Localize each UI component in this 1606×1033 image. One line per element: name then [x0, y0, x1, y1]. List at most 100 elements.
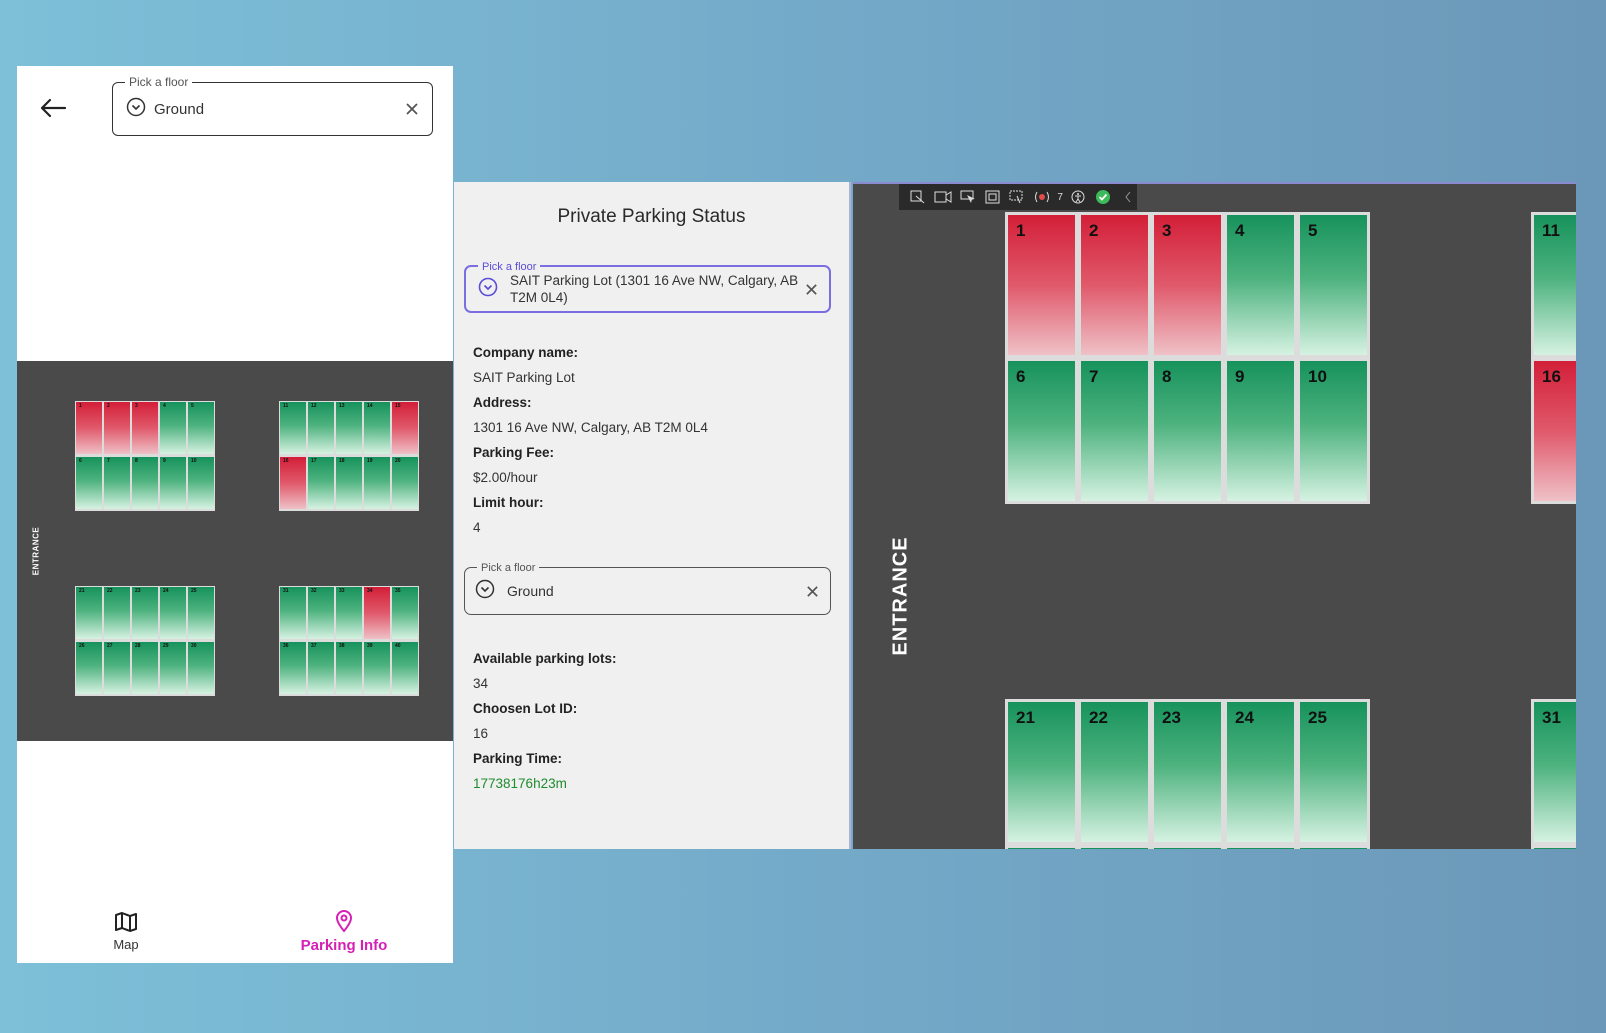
parking-spot-36[interactable]: 36	[279, 641, 307, 696]
parking-spot-24[interactable]: 24	[159, 586, 187, 641]
desktop-parking-map: 7 ENTRANCE 12345678910111213141516171819…	[853, 182, 1576, 849]
parking-spot-30[interactable]: 30	[187, 641, 215, 696]
limit-hour-label: Limit hour:	[473, 495, 544, 510]
parking-spot-33[interactable]: 33	[335, 586, 363, 641]
nav-label-map: Map	[113, 936, 139, 952]
company-name-value: SAIT Parking Lot	[473, 370, 575, 385]
video-icon[interactable]	[934, 188, 953, 206]
parking-spot-30[interactable]: 30	[1297, 845, 1370, 849]
parking-spot-22[interactable]: 22	[1078, 699, 1151, 845]
hot-reload-icon[interactable]	[1033, 188, 1052, 206]
collapse-icon[interactable]	[1118, 188, 1137, 206]
parking-spot-28[interactable]: 28	[131, 641, 159, 696]
spot-number: 35	[395, 588, 401, 594]
nav-item-map[interactable]: Map	[17, 899, 235, 963]
parking-spot-13[interactable]: 13	[335, 401, 363, 456]
parking-spot-21[interactable]: 21	[1005, 699, 1078, 845]
parking-spot-21[interactable]: 21	[75, 586, 103, 641]
spot-number: 10	[191, 458, 197, 464]
parking-spot-8[interactable]: 8	[1151, 358, 1224, 504]
parking-spot-11[interactable]: 11	[1531, 212, 1576, 358]
parking-spot-10[interactable]: 10	[1297, 358, 1370, 504]
parking-spot-2[interactable]: 2	[1078, 212, 1151, 358]
spot-number: 26	[79, 643, 85, 649]
parking-spot-36[interactable]: 36	[1531, 845, 1576, 849]
parking-spot-28[interactable]: 28	[1151, 845, 1224, 849]
parking-spot-18[interactable]: 18	[335, 456, 363, 511]
parking-spot-4[interactable]: 4	[159, 401, 187, 456]
parking-spot-34[interactable]: 34	[363, 586, 391, 641]
parking-spot-38[interactable]: 38	[335, 641, 363, 696]
parking-spot-15[interactable]: 15	[391, 401, 419, 456]
parking-spot-20[interactable]: 20	[391, 456, 419, 511]
parking-spot-19[interactable]: 19	[363, 456, 391, 511]
adorner-icon[interactable]	[1008, 188, 1027, 206]
parking-spot-8[interactable]: 8	[131, 456, 159, 511]
spot-number: 2	[1089, 221, 1099, 240]
parking-spot-23[interactable]: 23	[131, 586, 159, 641]
clear-icon[interactable]	[402, 99, 422, 119]
parking-spot-27[interactable]: 27	[1078, 845, 1151, 849]
desktop-floor-picker[interactable]: Pick a floor Ground	[464, 561, 831, 615]
parking-spot-25[interactable]: 25	[1297, 699, 1370, 845]
parking-spot-5[interactable]: 5	[1297, 212, 1370, 358]
check-icon[interactable]	[1094, 188, 1113, 206]
lot-picker[interactable]: Pick a floor SAIT Parking Lot (1301 16 A…	[464, 260, 831, 313]
parking-spot-9[interactable]: 9	[1224, 358, 1297, 504]
parking-spot-14[interactable]: 14	[363, 401, 391, 456]
parking-spot-1[interactable]: 1	[1005, 212, 1078, 358]
spot-number: 37	[311, 643, 317, 649]
parking-spot-3[interactable]: 3	[1151, 212, 1224, 358]
parking-spot-6[interactable]: 6	[1005, 358, 1078, 504]
parking-spot-22[interactable]: 22	[103, 586, 131, 641]
parking-spot-2[interactable]: 2	[103, 401, 131, 456]
parking-spot-11[interactable]: 11	[279, 401, 307, 456]
back-button[interactable]	[35, 90, 71, 126]
parking-spot-31[interactable]: 31	[1531, 699, 1576, 845]
clear-icon[interactable]	[802, 581, 822, 601]
layout-bounds-icon[interactable]	[983, 188, 1002, 206]
parking-spot-26[interactable]: 26	[1005, 845, 1078, 849]
lot-picker-legend: Pick a floor	[478, 260, 541, 274]
spot-number: 1	[1016, 221, 1026, 240]
select-element-icon[interactable]	[958, 188, 977, 206]
parking-spot-31[interactable]: 31	[279, 586, 307, 641]
parking-spot-1[interactable]: 1	[75, 401, 103, 456]
parking-spot-29[interactable]: 29	[159, 641, 187, 696]
parking-spot-5[interactable]: 5	[187, 401, 215, 456]
parking-spot-16[interactable]: 16	[1531, 358, 1576, 504]
parking-spot-16[interactable]: 16	[279, 456, 307, 511]
spot-number: 5	[1308, 221, 1318, 240]
parking-spot-32[interactable]: 32	[307, 586, 335, 641]
parking-spot-3[interactable]: 3	[131, 401, 159, 456]
accessibility-icon[interactable]	[1069, 188, 1088, 206]
address-value: 1301 16 Ave NW, Calgary, AB T2M 0L4	[473, 420, 708, 435]
parking-spot-27[interactable]: 27	[103, 641, 131, 696]
spot-number: 20	[395, 458, 401, 464]
parking-spot-17[interactable]: 17	[307, 456, 335, 511]
parking-spot-25[interactable]: 25	[187, 586, 215, 641]
parking-spot-12[interactable]: 12	[307, 401, 335, 456]
available-lots-label: Available parking lots:	[473, 651, 617, 666]
parking-spot-39[interactable]: 39	[363, 641, 391, 696]
live-tree-icon[interactable]	[909, 188, 928, 206]
mobile-floor-picker[interactable]: Pick a floor Ground	[112, 75, 433, 136]
parking-spot-4[interactable]: 4	[1224, 212, 1297, 358]
spot-number: 21	[79, 588, 85, 594]
spot-number: 6	[79, 458, 82, 464]
parking-spot-35[interactable]: 35	[391, 586, 419, 641]
parking-spot-24[interactable]: 24	[1224, 699, 1297, 845]
parking-spot-29[interactable]: 29	[1224, 845, 1297, 849]
parking-spot-26[interactable]: 26	[75, 641, 103, 696]
parking-spot-10[interactable]: 10	[187, 456, 215, 511]
clear-icon[interactable]	[801, 279, 821, 299]
parking-spot-40[interactable]: 40	[391, 641, 419, 696]
parking-spot-7[interactable]: 7	[1078, 358, 1151, 504]
parking-spot-9[interactable]: 9	[159, 456, 187, 511]
parking-spot-37[interactable]: 37	[307, 641, 335, 696]
nav-item-parking-info[interactable]: Parking Info	[235, 899, 453, 963]
parking-spot-23[interactable]: 23	[1151, 699, 1224, 845]
parking-spot-6[interactable]: 6	[75, 456, 103, 511]
lot-picker-value: SAIT Parking Lot (1301 16 Ave NW, Calgar…	[510, 273, 799, 305]
parking-spot-7[interactable]: 7	[103, 456, 131, 511]
